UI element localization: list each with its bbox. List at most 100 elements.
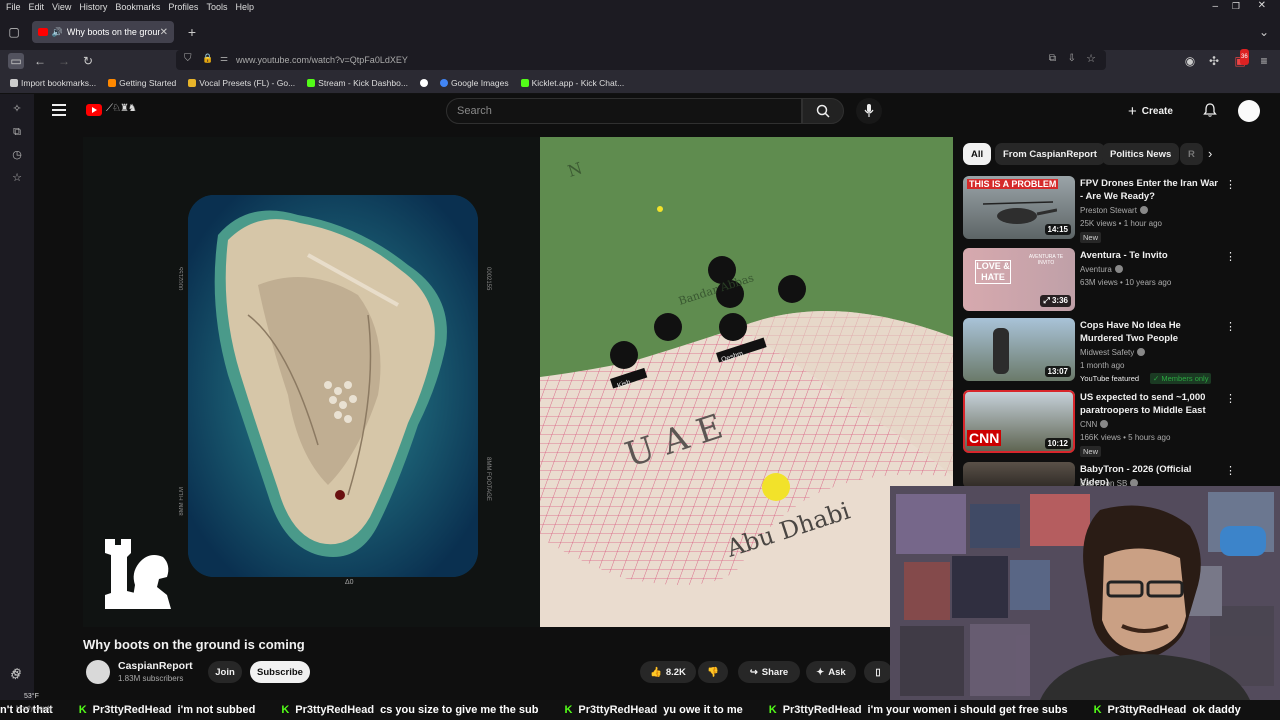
notifications-bell-icon[interactable] <box>1202 102 1218 118</box>
recommendation-channel[interactable]: Aventura <box>1080 265 1123 274</box>
more-options-icon[interactable]: ⋮ <box>1225 464 1236 478</box>
tab-active[interactable]: 🔊 Why boots on the ground i ✕ <box>32 21 174 43</box>
speaker-icon[interactable]: 🔊 <box>52 27 63 38</box>
join-button[interactable]: Join <box>208 661 242 683</box>
voice-search-button[interactable] <box>856 98 882 124</box>
chip-from-caspianreport[interactable]: From CaspianReport <box>995 143 1105 165</box>
recommendation-item[interactable]: 13:07 Cops Have No Idea He Murdered Two … <box>963 318 1263 384</box>
close-tab-icon[interactable]: ✕ <box>160 27 168 38</box>
bookmark-import[interactable]: Import bookmarks... <box>10 78 96 88</box>
chip-all[interactable]: All <box>963 143 992 165</box>
recommendation-title[interactable]: FPV Drones Enter the Iran War - Are We R… <box>1080 177 1220 203</box>
create-button[interactable]: + Create <box>1128 100 1173 122</box>
recommendation-meta: 166K views • 5 hours ago <box>1080 433 1171 442</box>
weather-desc: Mostly cloudy <box>16 706 53 712</box>
channel-avatar[interactable] <box>86 660 110 684</box>
permissions-icon[interactable]: ⚌ <box>220 53 228 64</box>
history-icon[interactable]: ◷ <box>10 148 24 162</box>
app-menu-icon[interactable]: ≡ <box>1256 53 1272 69</box>
bookmark-kicklet[interactable]: Kicklet.app - Kick Chat... <box>520 78 624 88</box>
chat-message: i'm your women i should get free subs <box>867 704 1068 716</box>
menu-view[interactable]: View <box>52 2 71 12</box>
ai-chat-icon[interactable]: ✧ <box>10 102 24 116</box>
microphone-icon <box>864 104 874 117</box>
account-icon[interactable]: ◉ <box>1182 53 1198 69</box>
dislike-button[interactable]: 👎 <box>698 661 728 683</box>
more-options-icon[interactable]: ⋮ <box>1225 392 1236 406</box>
restore-icon[interactable]: ❐ <box>1232 1 1240 12</box>
thumbnail-caption: THIS IS A PROBLEM <box>967 179 1059 189</box>
chip-more[interactable]: R <box>1180 143 1203 165</box>
more-options-icon[interactable]: ⋮ <box>1225 250 1236 264</box>
bookmark-getting-started[interactable]: Getting Started <box>108 78 176 88</box>
like-button[interactable]: 👍 8.2K <box>640 661 696 683</box>
youtube-doodle-icon[interactable]: ⟋♘♜♞ <box>106 103 137 114</box>
video-player[interactable]: 0002155 0002155 8MM FILM 8MM FOOTAGE Δ0 <box>83 137 953 627</box>
bookmark-star-icon[interactable]: ☆ <box>1086 52 1096 65</box>
recommendation-channel[interactable]: Preston Stewart <box>1080 206 1148 215</box>
more-options-icon[interactable]: ⋮ <box>1225 320 1236 334</box>
extension-badge-icon[interactable]: ▣36 <box>1232 49 1249 69</box>
minimize-icon[interactable]: – <box>1212 1 1218 12</box>
menu-history[interactable]: History <box>79 2 107 12</box>
bookmark-s[interactable] <box>419 78 428 87</box>
shield-icon[interactable]: ⛉ <box>184 53 192 64</box>
account-avatar[interactable] <box>1238 100 1260 122</box>
search-button[interactable] <box>802 98 844 124</box>
menu-edit[interactable]: Edit <box>29 2 45 12</box>
synced-tabs-icon[interactable]: ⧉ <box>10 125 24 139</box>
recommendation-title[interactable]: Cops Have No Idea He Murdered Two People <box>1080 319 1220 345</box>
menu-file[interactable]: File <box>6 2 21 12</box>
extensions-icon[interactable]: ✣ <box>1206 53 1222 69</box>
menu-profiles[interactable]: Profiles <box>168 2 198 12</box>
share-button[interactable]: ↪ Share <box>738 661 800 683</box>
url-bar[interactable]: ⛉ 🔒 ⚌ www.youtube.com/watch?v=QtpFa0LdXE… <box>176 50 1106 70</box>
ask-button[interactable]: ✦ Ask <box>806 661 856 683</box>
forward-icon[interactable]: → <box>56 53 72 69</box>
bookmark-google-images[interactable]: Google Images <box>439 78 509 88</box>
channel-name[interactable]: CaspianReport <box>118 660 193 672</box>
save-button[interactable]: ▯ <box>864 661 892 683</box>
recommendation-channel[interactable]: CNN <box>1080 420 1109 429</box>
chip-politics-news[interactable]: Politics News <box>1102 143 1180 165</box>
footage-label: 8MM FOOTAGE <box>485 457 491 501</box>
video-thumbnail[interactable]: LOVE & HATE AVENTURA TE INVITO ⤢ 3:36 <box>963 248 1075 311</box>
url-text: www.youtube.com/watch?v=QtpFa0LdXEY <box>236 55 408 65</box>
menu-tools[interactable]: Tools <box>206 2 227 12</box>
more-options-icon[interactable]: ⋮ <box>1225 178 1236 192</box>
recommendation-item[interactable]: CNN 10:12 US expected to send ~1,000 par… <box>963 390 1263 457</box>
nav-bar: ▭ ← → ↻ ⛉ 🔒 ⚌ www.youtube.com/watch?v=Qt… <box>0 49 1280 72</box>
chevron-right-icon[interactable]: › <box>1208 146 1212 161</box>
settings-gear-icon[interactable]: ⚙ <box>10 668 24 682</box>
subscribe-button[interactable]: Subscribe <box>250 661 310 683</box>
guide-menu-icon[interactable] <box>52 104 66 116</box>
recommendation-item[interactable]: THIS IS A PROBLEM 14:15 FPV Drones Enter… <box>963 176 1263 243</box>
thumbs-up-icon: 👍 <box>650 666 662 678</box>
search-input[interactable]: Search <box>446 98 802 124</box>
bookmark-vocal-presets[interactable]: Vocal Presets (FL) - Go... <box>188 78 295 88</box>
menu-bookmarks[interactable]: Bookmarks <box>115 2 160 12</box>
tab-overview-icon[interactable]: ▢ <box>6 24 22 40</box>
youtube-logo-icon[interactable] <box>86 104 102 116</box>
video-thumbnail[interactable]: THIS IS A PROBLEM 14:15 <box>963 176 1075 239</box>
drive-icon <box>188 78 197 87</box>
picture-in-picture-icon[interactable]: ⧉ <box>1049 53 1056 64</box>
save-page-icon[interactable]: ⇩ <box>1068 53 1076 64</box>
recommendation-title[interactable]: US expected to send ~1,000 paratroopers … <box>1080 391 1220 417</box>
recommendation-title[interactable]: Aventura - Te Invito <box>1080 249 1220 262</box>
list-tabs-icon[interactable]: ⌄ <box>1256 24 1272 40</box>
back-icon[interactable]: ← <box>32 53 48 69</box>
recommendation-item[interactable]: LOVE & HATE AVENTURA TE INVITO ⤢ 3:36 Av… <box>963 248 1263 314</box>
reload-icon[interactable]: ↻ <box>80 53 96 69</box>
menu-help[interactable]: Help <box>235 2 254 12</box>
video-thumbnail[interactable]: 13:07 <box>963 318 1075 381</box>
new-tab-button[interactable]: + <box>184 24 200 40</box>
bookmarks-icon[interactable]: ☆ <box>10 171 24 185</box>
bookmark-kick-dashboard[interactable]: Stream - Kick Dashbo... <box>307 78 408 88</box>
close-window-icon[interactable]: ✕ <box>1258 0 1266 11</box>
recommendation-channel[interactable]: Midwest Safety <box>1080 348 1146 357</box>
video-thumbnail[interactable]: CNN 10:12 <box>963 390 1075 453</box>
video-thumbnail[interactable] <box>963 462 1075 488</box>
lock-icon[interactable]: 🔒 <box>202 53 213 64</box>
sidebar-toggle-icon[interactable]: ▭ <box>8 53 24 69</box>
